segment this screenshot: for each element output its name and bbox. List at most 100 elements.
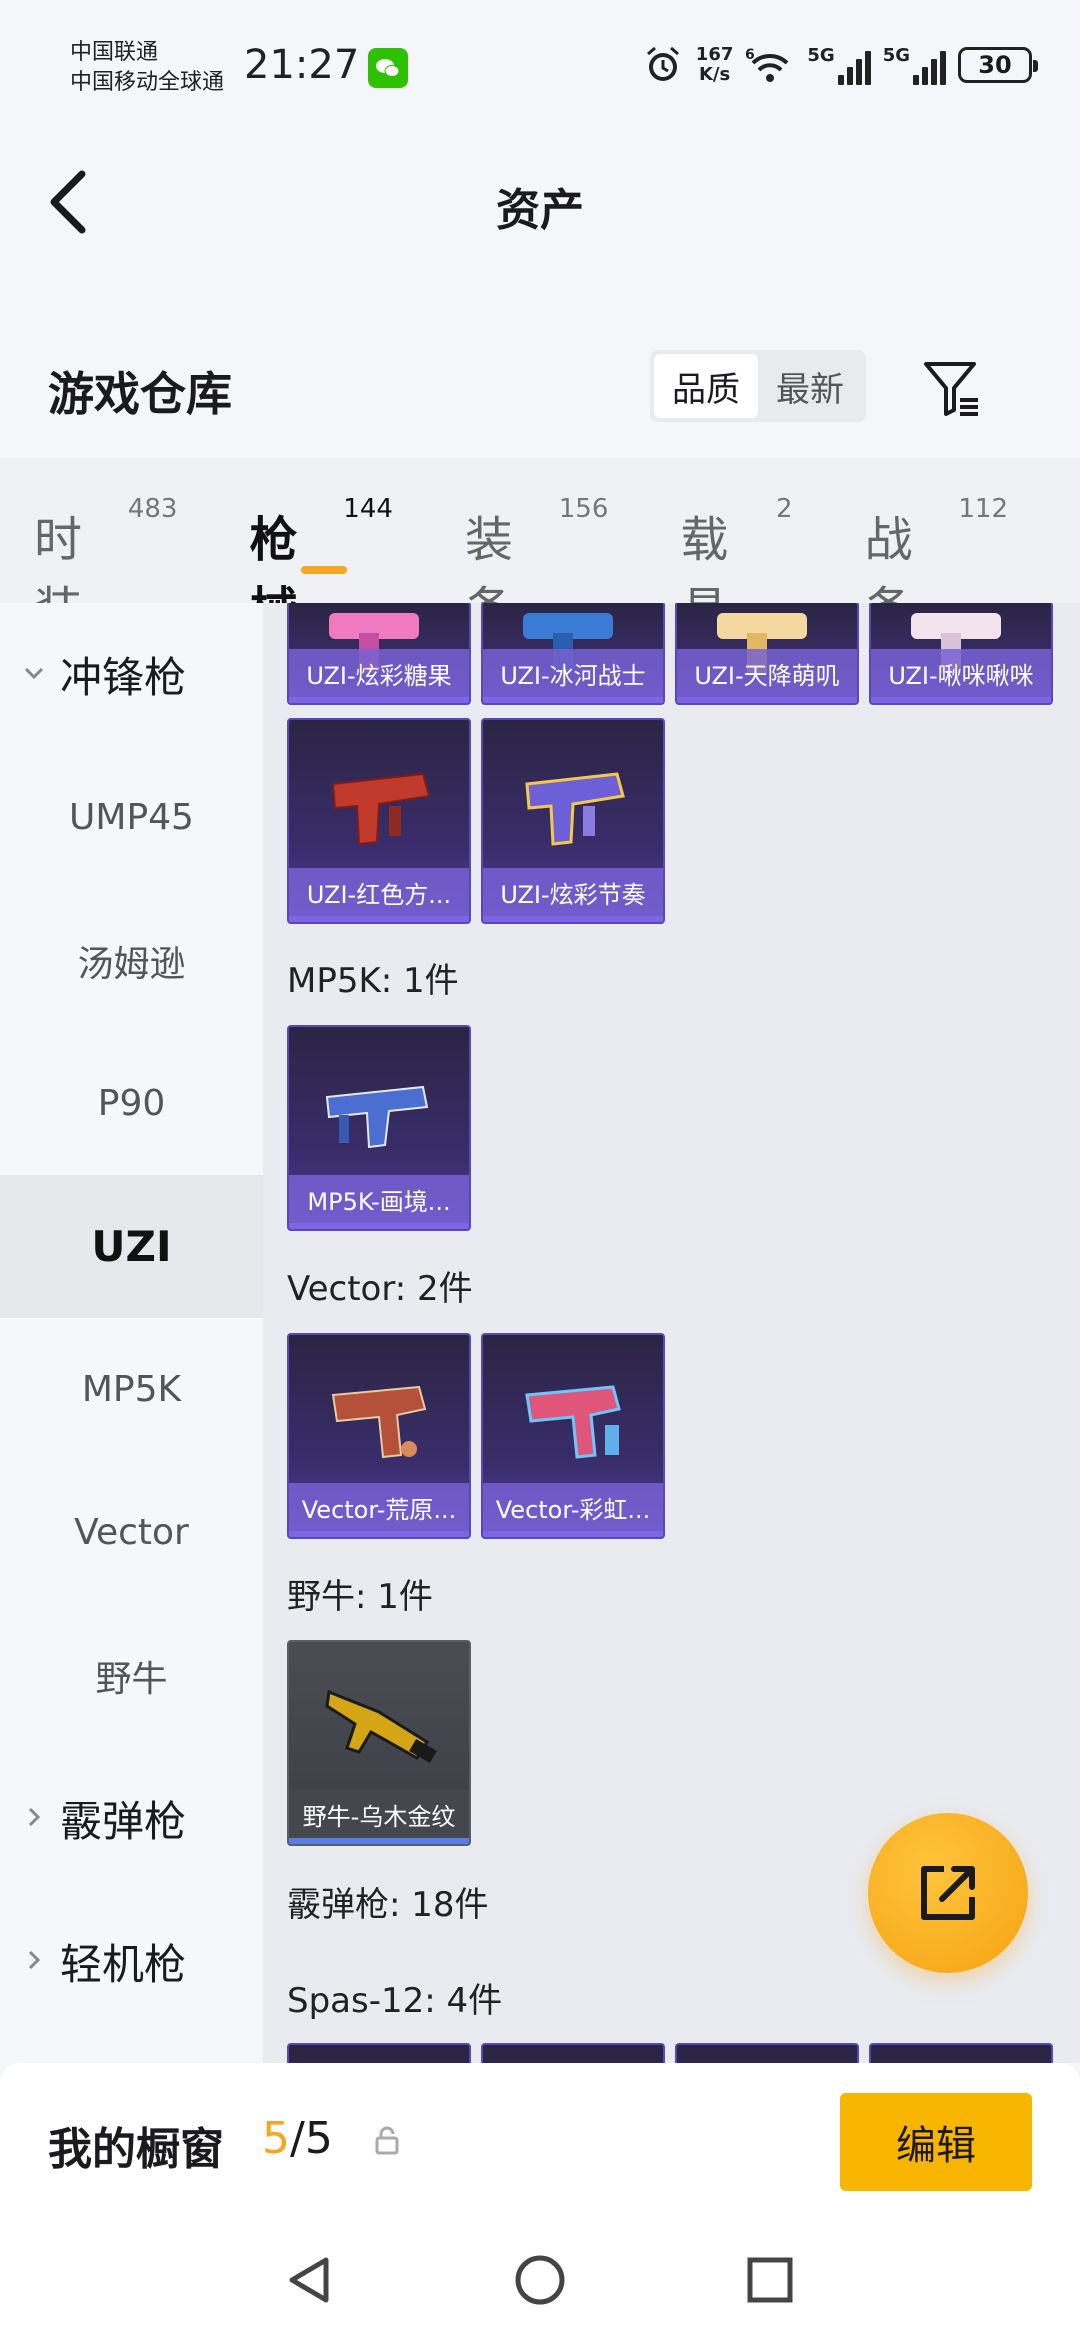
weapon-card[interactable]: 野牛-乌木金纹 xyxy=(287,1640,471,1846)
tab-count: 2 xyxy=(776,494,793,524)
sim1-type: 5G xyxy=(807,45,835,66)
weapon-card[interactable]: UZI-红色方... xyxy=(287,718,471,924)
weapon-card[interactable]: Vector-荒原... xyxy=(287,1333,471,1539)
weapon-card[interactable] xyxy=(869,2043,1053,2063)
showcase-label: 我的橱窗 xyxy=(48,2124,224,2175)
battery-icon: 30 xyxy=(958,47,1038,83)
weapon-name: Vector-彩虹... xyxy=(483,1483,663,1531)
nav-back-icon[interactable] xyxy=(282,2252,338,2308)
chevron-down-icon xyxy=(24,667,44,680)
page-title: 资产 xyxy=(496,185,584,236)
share-button[interactable] xyxy=(868,1813,1028,1973)
wechat-icon xyxy=(368,48,408,88)
weapon-card[interactable] xyxy=(481,2043,665,2063)
sidebar-group-smg[interactable]: 冲锋枪 xyxy=(0,603,263,746)
weapon-card[interactable] xyxy=(675,2043,859,2063)
chevron-right-icon xyxy=(28,1950,41,1970)
edit-button[interactable]: 编辑 xyxy=(840,2093,1032,2191)
sim2-type: 5G xyxy=(882,45,910,66)
sidebar-item-bison[interactable]: 野牛 xyxy=(0,1604,263,1747)
sidebar-label: 霰弹枪 xyxy=(60,1797,187,1846)
weapon-card[interactable]: Vector-彩虹... xyxy=(481,1333,665,1539)
signal-icon-2: 5G xyxy=(883,45,946,85)
clock: 21:27 xyxy=(244,42,360,88)
sidebar-item-uzi[interactable]: UZI xyxy=(0,1175,263,1318)
sidebar-item-mp5k[interactable]: MP5K xyxy=(0,1318,263,1461)
wifi-icon: 6 xyxy=(745,47,789,82)
carrier-info: 中国联通 中国移动全球通 xyxy=(70,38,224,98)
carrier-1: 中国联通 xyxy=(70,40,159,65)
showcase-total: /5 xyxy=(290,2113,333,2164)
weapon-card[interactable] xyxy=(287,2043,471,2063)
rarity-bar xyxy=(289,1531,469,1537)
weapon-card[interactable]: UZI-炫彩节奏 xyxy=(481,718,665,924)
signal-icon: 5G xyxy=(807,45,871,85)
gun-skin-icon xyxy=(331,1385,427,1459)
gun-skin-icon xyxy=(325,1689,437,1764)
section-label-spas12: Spas-12: 4件 xyxy=(287,1981,503,2021)
weapon-card[interactable]: UZI-天降萌叽 xyxy=(675,603,859,705)
weapon-card[interactable]: MP5K-画境... xyxy=(287,1025,471,1231)
status-bar: 中国联通 中国移动全球通 21:27 167 K/s 6 5G 5G 30 xyxy=(0,0,1080,130)
tab-active-indicator xyxy=(301,566,348,574)
section-label-shotgun: 霰弹枪: 18件 xyxy=(287,1885,489,1925)
weapon-name: MP5K-画境... xyxy=(289,1175,469,1223)
gun-skin-icon xyxy=(325,1085,429,1149)
weapon-name: UZI-冰河战士 xyxy=(483,649,663,697)
rarity-bar xyxy=(677,697,857,703)
sidebar-group-shotgun[interactable]: 霰弹枪 xyxy=(0,1747,263,1890)
status-icons: 167 K/s 6 5G 5G 30 xyxy=(642,44,1038,86)
rarity-bar xyxy=(289,1223,469,1229)
sidebar-label: 轻机枪 xyxy=(60,1940,187,1989)
sidebar-group-lmg[interactable]: 轻机枪 xyxy=(0,1890,263,2033)
nav-home-icon[interactable] xyxy=(512,2252,568,2308)
lock-icon xyxy=(375,2126,399,2155)
chevron-right-icon xyxy=(28,1807,41,1827)
share-icon xyxy=(921,1866,975,1920)
rarity-bar xyxy=(289,1838,469,1844)
system-nav-bar xyxy=(0,2230,1080,2338)
gun-skin-icon xyxy=(331,772,431,846)
alarm-icon xyxy=(646,46,679,81)
sidebar-label: 冲锋枪 xyxy=(60,653,187,702)
tab-count: 156 xyxy=(558,494,609,524)
category-tabs: 时装 483 枪械 144 装备 156 载具 2 战备 112 xyxy=(0,458,1080,638)
rarity-bar xyxy=(483,697,663,703)
section-label-vector: Vector: 2件 xyxy=(287,1269,473,1309)
weapon-name: Vector-荒原... xyxy=(289,1483,469,1531)
sort-newest-option[interactable]: 最新 xyxy=(758,354,862,418)
weapon-name: UZI-红色方... xyxy=(289,868,469,916)
weapon-name: UZI-啾咪啾咪 xyxy=(871,649,1051,697)
app-header: 资产 xyxy=(0,130,1080,275)
sort-quality-option[interactable]: 品质 xyxy=(654,354,758,418)
rarity-bar xyxy=(483,916,663,922)
net-speed-value: 167 xyxy=(695,44,734,65)
rarity-bar xyxy=(289,916,469,922)
nav-recents-icon[interactable] xyxy=(742,2252,798,2308)
warehouse-header: 游戏仓库 品质 最新 xyxy=(0,330,1080,450)
weapon-card[interactable]: UZI-啾咪啾咪 xyxy=(869,603,1053,705)
filter-icon[interactable] xyxy=(920,356,984,420)
weapon-card[interactable]: UZI-炫彩糖果 xyxy=(287,603,471,705)
showcase-count: 5/5 xyxy=(262,2113,333,2164)
weapon-category-sidebar: 冲锋枪 UMP45 汤姆逊 P90 UZI MP5K Vector 野牛 霰弹枪… xyxy=(0,603,263,2063)
net-speed: 167 K/s xyxy=(696,45,734,85)
section-label-bison: 野牛: 1件 xyxy=(287,1577,433,1617)
weapon-name: UZI-炫彩糖果 xyxy=(289,649,469,697)
rarity-bar xyxy=(871,697,1051,703)
sort-toggle: 品质 最新 xyxy=(650,350,866,422)
sidebar-item-thompson[interactable]: 汤姆逊 xyxy=(0,889,263,1032)
weapon-name: UZI-天降萌叽 xyxy=(677,649,857,697)
carrier-2: 中国移动全球通 xyxy=(70,70,225,95)
sidebar-item-vector[interactable]: Vector xyxy=(0,1461,263,1604)
warehouse-title: 游戏仓库 xyxy=(48,367,232,421)
sidebar-item-ump45[interactable]: UMP45 xyxy=(0,746,263,889)
weapon-name: 野牛-乌木金纹 xyxy=(289,1790,469,1838)
section-label-mp5k: MP5K: 1件 xyxy=(287,961,459,1001)
showcase-current: 5 xyxy=(262,2113,290,2164)
sidebar-item-p90[interactable]: P90 xyxy=(0,1032,263,1175)
weapon-card[interactable]: UZI-冰河战士 xyxy=(481,603,665,705)
tab-count: 112 xyxy=(958,494,1009,524)
rarity-bar xyxy=(289,697,469,703)
gun-skin-icon xyxy=(525,772,625,846)
